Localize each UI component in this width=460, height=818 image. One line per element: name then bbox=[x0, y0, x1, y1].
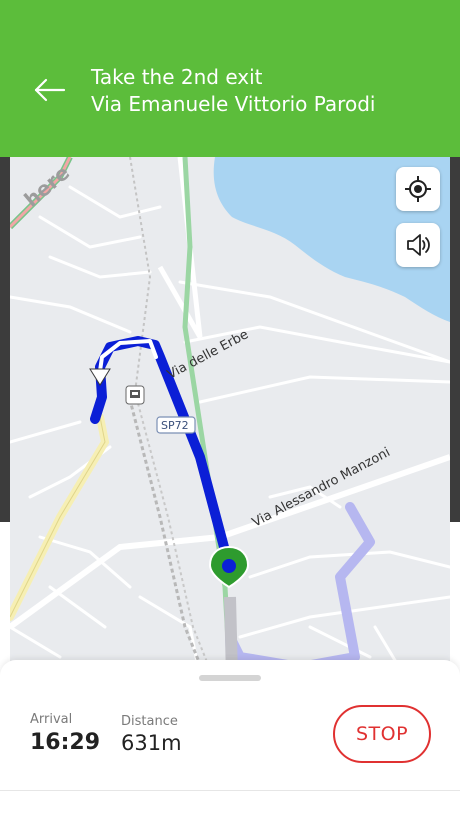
route-shield-sp72: SP72 bbox=[156, 416, 196, 434]
turn-instruction: Take the 2nd exit Via Emanuele Vittorio … bbox=[91, 64, 375, 118]
instruction-maneuver: Take the 2nd exit bbox=[91, 65, 263, 89]
sound-toggle-button[interactable] bbox=[396, 223, 440, 267]
distance-value: 631m bbox=[121, 731, 182, 755]
left-edge bbox=[0, 157, 10, 522]
back-arrow-icon bbox=[34, 78, 66, 102]
panel-divider bbox=[0, 790, 460, 791]
position-marker-icon bbox=[208, 545, 250, 589]
stop-navigation-button[interactable]: STOP bbox=[333, 705, 431, 763]
map-canvas[interactable]: here Via delle Erbe Via Alessandro Manzo… bbox=[10, 157, 450, 677]
instruction-street: Via Emanuele Vittorio Parodi bbox=[91, 92, 376, 116]
speaker-icon bbox=[407, 234, 430, 256]
back-button[interactable] bbox=[30, 72, 70, 108]
yellow-road bbox=[10, 413, 110, 621]
recenter-button[interactable] bbox=[396, 167, 440, 211]
arrival-label: Arrival bbox=[30, 712, 73, 727]
trip-summary-panel: Arrival 16:29 Distance 631m STOP bbox=[0, 660, 460, 818]
main-road-north bbox=[157, 157, 203, 339]
road-label-via-delle-erbe: Via delle Erbe bbox=[165, 327, 251, 382]
maneuver-arrowhead bbox=[89, 368, 111, 386]
svg-text:SP72: SP72 bbox=[161, 419, 189, 432]
navigation-header: Take the 2nd exit Via Emanuele Vittorio … bbox=[0, 0, 460, 157]
right-edge bbox=[450, 157, 460, 522]
navigation-map[interactable]: here Via delle Erbe Via Alessandro Manzo… bbox=[10, 157, 450, 677]
drag-handle[interactable] bbox=[199, 675, 261, 681]
road-label-via-alessandro-manzoni: Via Alessandro Manzoni bbox=[250, 445, 393, 531]
recenter-location-icon bbox=[405, 176, 431, 202]
train-station-icon bbox=[125, 385, 145, 405]
arrival-time: 16:29 bbox=[30, 730, 101, 755]
alternate-route bbox=[225, 502, 375, 677]
distance-label: Distance bbox=[121, 714, 178, 729]
